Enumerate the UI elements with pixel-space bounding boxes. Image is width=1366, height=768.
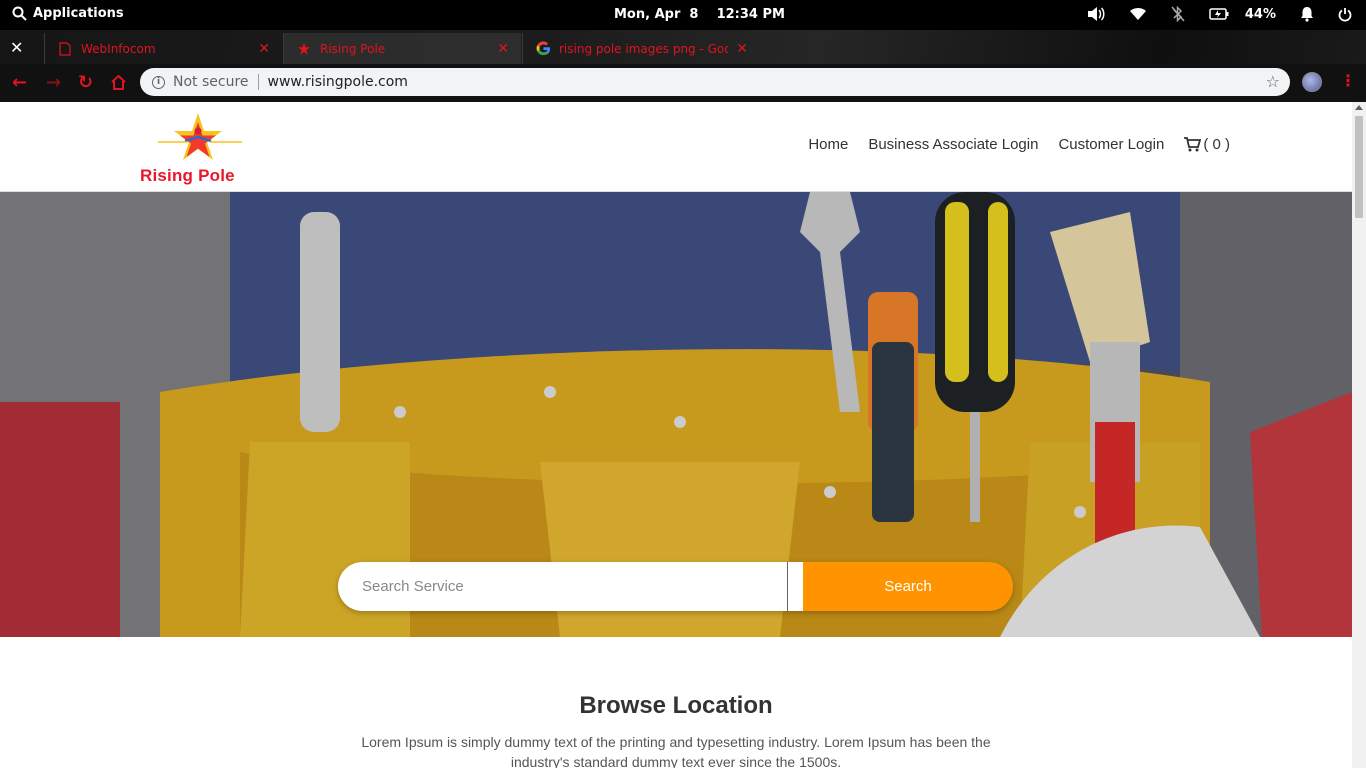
battery-icon (1209, 8, 1229, 20)
nav-home[interactable]: Home (808, 136, 848, 153)
volume-icon (1087, 7, 1105, 21)
search-icon (338, 562, 354, 578)
battery-percent: 44% (1244, 6, 1276, 22)
browse-location-section: Browse Location Lorem Ipsum is simply du… (0, 692, 1352, 768)
scrollbar-thumb[interactable] (1355, 116, 1363, 218)
main-nav: Home Business Associate Login Customer L… (808, 136, 1230, 153)
logo-text[interactable]: Rising Pole (140, 166, 235, 186)
bluetooth-off-icon (1171, 6, 1185, 22)
browse-location-title: Browse Location (579, 692, 773, 719)
document-icon (57, 41, 73, 57)
browser-menu-icon[interactable]: ⋮ (1340, 71, 1356, 90)
info-icon[interactable]: i (152, 75, 165, 89)
url-text: www.risingpole.com (267, 74, 408, 90)
address-bar[interactable]: i Not secure www.risingpole.com ☆ (140, 68, 1290, 96)
shopping-cart-icon (1184, 137, 1202, 152)
scroll-up-arrow-icon[interactable] (1355, 105, 1363, 110)
nav-cart[interactable]: ( 0 ) (1184, 136, 1230, 153)
security-status: Not secure (173, 74, 249, 90)
system-tray[interactable]: 44% (1087, 6, 1352, 22)
reload-icon[interactable]: ↻ (78, 72, 93, 93)
tab-google-search[interactable]: rising pole images png - Google ✕ (522, 33, 760, 64)
search-icon (12, 6, 27, 21)
browser-toolbar: ← → ↻ i Not secure www.risingpole.com ☆ … (0, 64, 1366, 102)
cart-count: ( 0 ) (1203, 136, 1230, 153)
forward-arrow-icon[interactable]: → (46, 72, 61, 93)
home-icon[interactable] (110, 72, 127, 95)
service-search-form: Search (338, 562, 1013, 611)
tab-webinfocom[interactable]: WebInfocom ✕ (44, 33, 282, 64)
tab-title: rising pole images png - Google (559, 41, 729, 56)
search-service-input[interactable] (338, 562, 788, 611)
browse-location-text: Lorem Ipsum is simply dummy text of the … (361, 734, 991, 768)
tab-rising-pole[interactable]: Rising Pole ✕ (283, 33, 521, 64)
back-arrow-icon[interactable]: ← (12, 72, 27, 93)
bookmark-star-icon[interactable]: ☆ (1266, 72, 1280, 91)
address-separator (257, 74, 259, 90)
profile-avatar[interactable] (1302, 72, 1322, 92)
tab-close-icon[interactable]: ✕ (258, 41, 270, 57)
system-top-bar: Applications Mon, Apr 8 12:34 PM 44% (0, 0, 1366, 30)
rising-pole-favicon-icon (296, 41, 312, 57)
window-close-icon[interactable]: ✕ (10, 38, 23, 57)
applications-label: Applications (33, 6, 124, 21)
web-page: Rising Pole Home Business Associate Logi… (0, 102, 1352, 768)
tab-title: WebInfocom (81, 41, 156, 56)
power-icon (1338, 7, 1352, 21)
applications-menu[interactable]: Applications (12, 6, 124, 21)
browser-tab-strip: ✕ WebInfocom ✕ Rising Pole ✕ rising pole… (0, 30, 1366, 88)
tab-title: Rising Pole (320, 41, 386, 56)
site-header: Rising Pole Home Business Associate Logi… (0, 102, 1352, 192)
tab-close-icon[interactable]: ✕ (736, 41, 748, 57)
nav-customer-login[interactable]: Customer Login (1058, 136, 1164, 153)
wifi-icon (1129, 8, 1146, 20)
tab-close-icon[interactable]: ✕ (497, 41, 509, 57)
hero-banner: Search (0, 192, 1352, 637)
google-icon (535, 41, 551, 57)
clock[interactable]: Mon, Apr 8 12:34 PM (614, 7, 785, 22)
battery-status: 44% (1209, 7, 1276, 22)
notification-bell-icon (1301, 7, 1313, 22)
page-scrollbar[interactable] (1352, 102, 1366, 768)
search-button[interactable]: Search (338, 562, 1013, 611)
search-divider (788, 562, 803, 611)
nav-business-associate-login[interactable]: Business Associate Login (868, 136, 1038, 153)
search-button-label: Search (884, 578, 932, 595)
